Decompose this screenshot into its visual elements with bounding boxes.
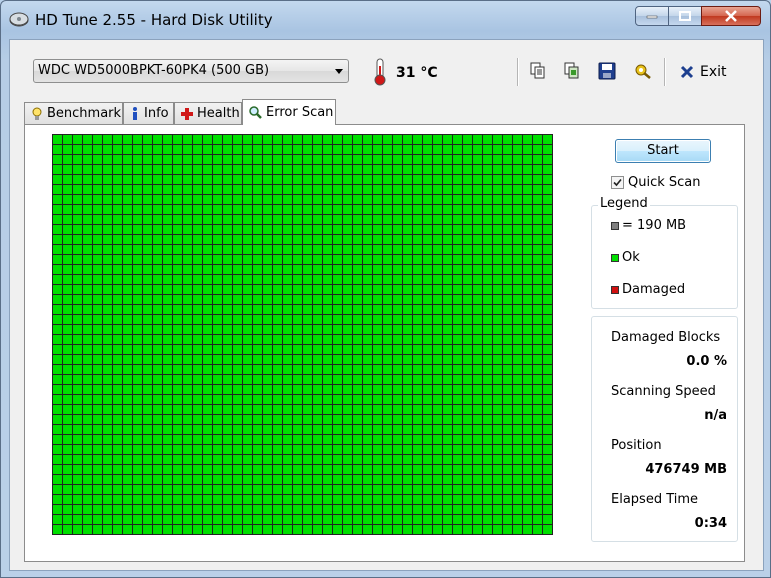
stats-group (591, 316, 738, 542)
drive-select-value: WDC WD5000BPKT-60PK4 (500 GB) (38, 63, 270, 78)
elapsed-time-label: Elapsed Time (611, 492, 699, 507)
gray-swatch (611, 221, 619, 230)
options-icon[interactable] (634, 62, 652, 80)
thermometer-icon (374, 58, 386, 86)
minimize-icon (646, 15, 658, 19)
error-scan-panel: Start Quick Scan Legend = 190 MB Ok Dama… (24, 124, 745, 562)
tab-benchmark[interactable]: Benchmark (24, 102, 123, 124)
legend-title: Legend (598, 196, 650, 211)
red-swatch (611, 285, 619, 294)
info-icon (133, 106, 137, 120)
copy-info-icon[interactable] (529, 62, 547, 80)
main-client-area: WDC WD5000BPKT-60PK4 (500 GB) 31 °C Exit… (9, 39, 764, 571)
chevron-down-icon (335, 69, 343, 74)
position-value: 476749 MB (645, 462, 727, 477)
maximize-icon (679, 11, 691, 21)
scanning-speed-value: n/a (704, 408, 727, 423)
drive-select[interactable]: WDC WD5000BPKT-60PK4 (500 GB) (33, 59, 349, 83)
tab-info[interactable]: Info (123, 102, 174, 124)
position-label: Position (611, 438, 662, 453)
quick-scan-label: Quick Scan (628, 175, 701, 190)
damaged-blocks-label: Damaged Blocks (611, 330, 721, 345)
title-bar[interactable]: HD Tune 2.55 - Hard Disk Utility (1, 1, 770, 37)
app-window: HD Tune 2.55 - Hard Disk Utility WDC WD5… (0, 0, 771, 578)
benchmark-icon (32, 107, 42, 120)
tab-health[interactable]: Health (174, 102, 242, 124)
damaged-blocks-value: 0.0 % (686, 354, 727, 369)
legend-item-ok: Ok (611, 250, 640, 265)
close-button[interactable] (701, 6, 761, 26)
start-button[interactable]: Start (615, 139, 711, 163)
legend-item-block-size: = 190 MB (611, 218, 686, 233)
temperature-readout: 31 °C (396, 65, 438, 81)
hard-disk-icon (9, 12, 29, 27)
exit-button[interactable]: Exit (680, 63, 727, 81)
toolbar-separator (664, 58, 666, 86)
checkmark-icon (613, 178, 622, 187)
scan-block-grid (52, 134, 553, 535)
magnifier-icon (249, 106, 262, 119)
copy-screenshot-icon[interactable] (563, 62, 581, 80)
close-icon (725, 10, 737, 22)
exit-label: Exit (700, 64, 727, 80)
window-title: HD Tune 2.55 - Hard Disk Utility (35, 11, 273, 29)
quick-scan-option[interactable]: Quick Scan (611, 175, 701, 190)
save-icon[interactable] (598, 62, 616, 80)
quick-scan-checkbox[interactable] (611, 176, 624, 189)
toolbar-separator (517, 58, 519, 86)
legend-item-damaged: Damaged (611, 282, 685, 297)
green-swatch (611, 253, 619, 262)
health-icon (181, 107, 193, 120)
maximize-button[interactable] (668, 6, 702, 26)
toolbar: WDC WD5000BPKT-60PK4 (500 GB) 31 °C Exit (10, 40, 763, 100)
exit-x-icon (680, 65, 694, 79)
scanning-speed-label: Scanning Speed (611, 384, 716, 399)
minimize-button[interactable] (635, 6, 669, 26)
tab-error-scan[interactable]: Error Scan (242, 99, 336, 125)
elapsed-time-value: 0:34 (694, 516, 727, 531)
